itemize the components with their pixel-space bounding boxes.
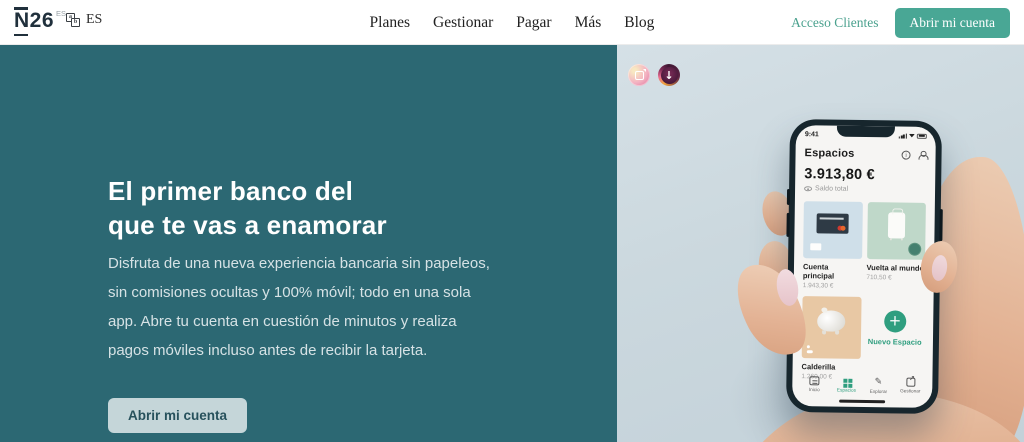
space-card-calderilla bbox=[802, 296, 861, 359]
header-actions: Acceso Clientes Abrir mi cuenta bbox=[791, 0, 1010, 45]
hero-title-line2: que te vas a enamorar bbox=[108, 210, 387, 240]
download-icon[interactable]: ↓ bbox=[658, 64, 680, 86]
phone-notch bbox=[837, 126, 895, 138]
phone-screen: 9:41 Espacios i 3.913,80 € bbox=[792, 125, 936, 408]
n26-logo[interactable]: N26 ES bbox=[14, 7, 66, 36]
total-balance: 3.913,80 € bbox=[804, 166, 926, 184]
space-name: Vuelta al mundo bbox=[866, 263, 925, 273]
goal-badge bbox=[908, 243, 921, 256]
phone-tabbar: Inicio Espacios ✎ Explorar Gestionar bbox=[801, 376, 923, 396]
tab-gestionar: Gestionar bbox=[897, 377, 923, 395]
hero-photo: ↓ 9:41 Espa bbox=[617, 45, 1024, 442]
balance-caption: Saldo total bbox=[815, 185, 848, 192]
app-header: Espacios i bbox=[804, 147, 926, 161]
gestionar-icon bbox=[906, 378, 915, 387]
hero-paragraph: Disfruta de una nueva experiencia bancar… bbox=[108, 249, 500, 365]
nav-item-planes[interactable]: Planes bbox=[370, 14, 410, 32]
espacios-grid-icon bbox=[843, 379, 847, 383]
app-header-icons: i bbox=[902, 150, 927, 159]
translate-icon: ab bbox=[66, 13, 80, 27]
tab-label: Espacios bbox=[837, 388, 856, 393]
space-meta-vuelta-al-mundo: Vuelta al mundo 710,50 € bbox=[866, 259, 925, 291]
battery-icon bbox=[917, 133, 927, 138]
plus-icon: + bbox=[884, 310, 906, 332]
n26-logo-text: N26 bbox=[14, 7, 54, 36]
home-indicator bbox=[839, 400, 885, 404]
phone-volume-button-2 bbox=[786, 213, 789, 237]
phone-volume-button bbox=[787, 189, 790, 205]
space-amount: 1.943,30 € bbox=[803, 282, 862, 290]
signal-icon bbox=[899, 133, 907, 138]
open-account-button-header[interactable]: Abrir mi cuenta bbox=[895, 8, 1010, 38]
inicio-icon bbox=[809, 376, 819, 385]
tab-label: Gestionar bbox=[900, 389, 920, 394]
status-icons bbox=[899, 133, 927, 138]
spaces-grid: Cuenta principal 1.943,30 € Vuelta al mu… bbox=[801, 201, 925, 382]
language-selector[interactable]: ab ES bbox=[66, 12, 102, 28]
tab-label: Explorar bbox=[870, 390, 887, 395]
new-space-label: Nuevo Espacio bbox=[868, 337, 922, 347]
hero-title: El primer banco del que te vas a enamora… bbox=[108, 174, 387, 242]
piggy-bank-icon bbox=[817, 310, 845, 331]
tab-inicio: Inicio bbox=[801, 376, 827, 394]
phone-power-button bbox=[939, 209, 942, 241]
space-name: Calderilla bbox=[802, 362, 861, 372]
space-card-cuenta-principal bbox=[803, 201, 862, 259]
status-time: 9:41 bbox=[805, 131, 819, 138]
tab-explorar: ✎ Explorar bbox=[865, 377, 891, 395]
app-screen-title: Espacios bbox=[804, 147, 854, 160]
eye-icon bbox=[804, 186, 812, 191]
open-account-button-hero[interactable]: Abrir mi cuenta bbox=[108, 398, 247, 433]
explorar-icon: ✎ bbox=[875, 377, 883, 387]
space-meta-cuenta-principal: Cuenta principal 1.943,30 € bbox=[803, 258, 862, 290]
nav-item-mas[interactable]: Más bbox=[575, 14, 602, 32]
repost-icon[interactable] bbox=[628, 64, 650, 86]
language-code: ES bbox=[86, 12, 102, 28]
new-space-button: + Nuevo Espacio bbox=[865, 297, 924, 360]
balance-caption-row: Saldo total bbox=[804, 185, 926, 194]
hero-title-line1: El primer banco del bbox=[108, 176, 353, 206]
debit-card-icon bbox=[817, 213, 849, 233]
space-name: Cuenta principal bbox=[803, 262, 862, 281]
tab-espacios: Espacios bbox=[833, 377, 859, 395]
repost-glyph bbox=[635, 71, 644, 80]
nav-item-pagar[interactable]: Pagar bbox=[516, 14, 551, 32]
hero-text-panel: El primer banco del que te vas a enamora… bbox=[0, 45, 617, 442]
space-amount: 710,50 € bbox=[866, 274, 925, 282]
n26-logo-country: ES bbox=[56, 9, 66, 36]
nav-item-blog[interactable]: Blog bbox=[624, 14, 654, 32]
phone-mockup: 9:41 Espacios i 3.913,80 € bbox=[786, 119, 942, 414]
card-chip-icon bbox=[810, 243, 821, 250]
top-navbar: N26 ES ab ES Planes Gestionar Pagar Más … bbox=[0, 0, 1024, 45]
shared-space-icon bbox=[807, 345, 816, 353]
hero-section: El primer banco del que te vas a enamora… bbox=[0, 45, 1024, 442]
info-icon: i bbox=[902, 150, 911, 159]
profile-icon bbox=[918, 150, 927, 159]
download-glyph: ↓ bbox=[661, 67, 678, 84]
client-access-link[interactable]: Acceso Clientes bbox=[791, 15, 878, 31]
nav-item-gestionar[interactable]: Gestionar bbox=[433, 14, 493, 32]
suitcase-icon bbox=[888, 212, 905, 238]
wifi-icon bbox=[909, 134, 915, 138]
space-card-vuelta-al-mundo bbox=[867, 202, 926, 260]
tab-label: Inicio bbox=[809, 388, 820, 393]
